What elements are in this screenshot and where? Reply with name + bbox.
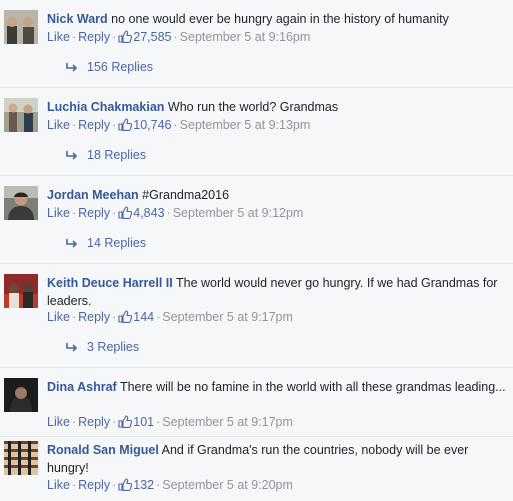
divider	[0, 367, 513, 368]
avatar-image	[4, 186, 38, 220]
reply-arrow-icon	[66, 239, 78, 248]
divider	[0, 87, 513, 88]
comment-body: Jordan Meehan #Grandma2016	[47, 186, 507, 204]
comment-text: no one would ever be hungry again in the…	[111, 12, 449, 26]
divider	[0, 263, 513, 264]
divider	[0, 436, 513, 437]
divider	[0, 175, 513, 176]
like-button[interactable]: Like	[47, 206, 70, 220]
comment-author[interactable]: Nick Ward	[47, 12, 108, 26]
avatar[interactable]	[4, 186, 38, 220]
comment-author[interactable]: Ronald San Miguel	[47, 443, 159, 457]
avatar[interactable]	[4, 10, 38, 44]
comment-actions: Like · Reply · 10,746 · September 5 at 9:13pm	[47, 118, 311, 132]
like-count-value: 10,746	[133, 118, 172, 132]
like-button[interactable]: Like	[47, 30, 70, 44]
comment-actions: Like · Reply · 101 · September 5 at 9:17pm	[47, 415, 293, 429]
avatar[interactable]	[4, 441, 38, 475]
avatar[interactable]	[4, 98, 38, 132]
hashtag-link[interactable]: #Grandma2016	[142, 188, 229, 202]
like-count[interactable]: 4,843	[118, 206, 165, 220]
view-replies-link[interactable]: 3 Replies	[66, 340, 139, 354]
comment-body: Nick Ward no one would ever be hungry ag…	[47, 10, 507, 28]
comment-actions: Like · Reply · 144 · September 5 at 9:17pm	[47, 310, 293, 324]
replies-count: 18 Replies	[87, 148, 147, 162]
avatar-image	[4, 10, 38, 44]
comment-actions: Like · Reply · 132 · September 5 at 9:20pm	[47, 478, 293, 492]
thumbs-up-icon	[118, 30, 133, 43]
comment-timestamp[interactable]: September 5 at 9:12pm	[173, 206, 304, 220]
like-count[interactable]: 144	[118, 310, 154, 324]
comment-body: Ronald San Miguel And if Grandma's run t…	[47, 441, 507, 477]
reply-button[interactable]: Reply	[78, 206, 110, 220]
like-count[interactable]: 132	[118, 478, 154, 492]
replies-count: 3 Replies	[87, 340, 140, 354]
comment-timestamp[interactable]: September 5 at 9:13pm	[180, 118, 311, 132]
like-button[interactable]: Like	[47, 415, 70, 429]
avatar-image	[4, 378, 38, 412]
avatar-image	[4, 441, 38, 475]
avatar-image	[4, 274, 38, 308]
comment-text: There will be no famine in the world wit…	[119, 380, 506, 394]
replies-count: 156 Replies	[87, 60, 154, 74]
view-replies-link[interactable]: 14 Replies	[66, 236, 146, 250]
reply-button[interactable]: Reply	[78, 30, 110, 44]
comment-timestamp[interactable]: September 5 at 9:17pm	[162, 415, 293, 429]
like-count-value: 101	[133, 415, 155, 429]
like-button[interactable]: Like	[47, 118, 70, 132]
comment-actions: Like · Reply · 27,585 · September 5 at 9:16pm	[47, 30, 311, 44]
reply-arrow-icon	[66, 151, 78, 160]
comment-actions: Like · Reply · 4,843 · September 5 at 9:12pm	[47, 206, 304, 220]
reply-arrow-icon	[66, 63, 78, 72]
like-count-value: 4,843	[133, 206, 165, 220]
comment-timestamp[interactable]: September 5 at 9:20pm	[162, 478, 293, 492]
like-button[interactable]: Like	[47, 310, 70, 324]
comment-body: Dina Ashraf There will be no famine in t…	[47, 378, 507, 396]
comment-timestamp[interactable]: September 5 at 9:16pm	[180, 30, 311, 44]
like-count[interactable]: 101	[118, 415, 154, 429]
comment-author[interactable]: Luchia Chakmakian	[47, 100, 164, 114]
avatar[interactable]	[4, 274, 38, 308]
like-count-value: 144	[133, 310, 155, 324]
like-button[interactable]: Like	[47, 478, 70, 492]
like-count-value: 132	[133, 478, 155, 492]
thumbs-up-icon	[118, 118, 133, 131]
comment-author[interactable]: Dina Ashraf	[47, 380, 117, 394]
thumbs-up-icon	[118, 478, 133, 491]
comment-timestamp[interactable]: September 5 at 9:17pm	[162, 310, 293, 324]
reply-button[interactable]: Reply	[78, 118, 110, 132]
comment-author[interactable]: Keith Deuce Harrell II	[47, 276, 173, 290]
thumbs-up-icon	[118, 415, 133, 428]
comment-body: Luchia Chakmakian Who run the world? Gra…	[47, 98, 507, 116]
replies-count: 14 Replies	[87, 236, 147, 250]
comment-author[interactable]: Jordan Meehan	[47, 188, 139, 202]
view-replies-link[interactable]: 156 Replies	[66, 60, 153, 74]
thumbs-up-icon	[118, 206, 133, 219]
thumbs-up-icon	[118, 310, 133, 323]
reply-button[interactable]: Reply	[78, 415, 110, 429]
reply-arrow-icon	[66, 343, 78, 352]
like-count[interactable]: 27,585	[118, 30, 171, 44]
comment-body: Keith Deuce Harrell II The world would n…	[47, 274, 507, 310]
avatar[interactable]	[4, 378, 38, 412]
reply-button[interactable]: Reply	[78, 310, 110, 324]
reply-button[interactable]: Reply	[78, 478, 110, 492]
like-count[interactable]: 10,746	[118, 118, 171, 132]
view-replies-link[interactable]: 18 Replies	[66, 148, 146, 162]
comment-text: Who run the world? Grandmas	[167, 100, 339, 114]
like-count-value: 27,585	[133, 30, 172, 44]
avatar-image	[4, 98, 38, 132]
